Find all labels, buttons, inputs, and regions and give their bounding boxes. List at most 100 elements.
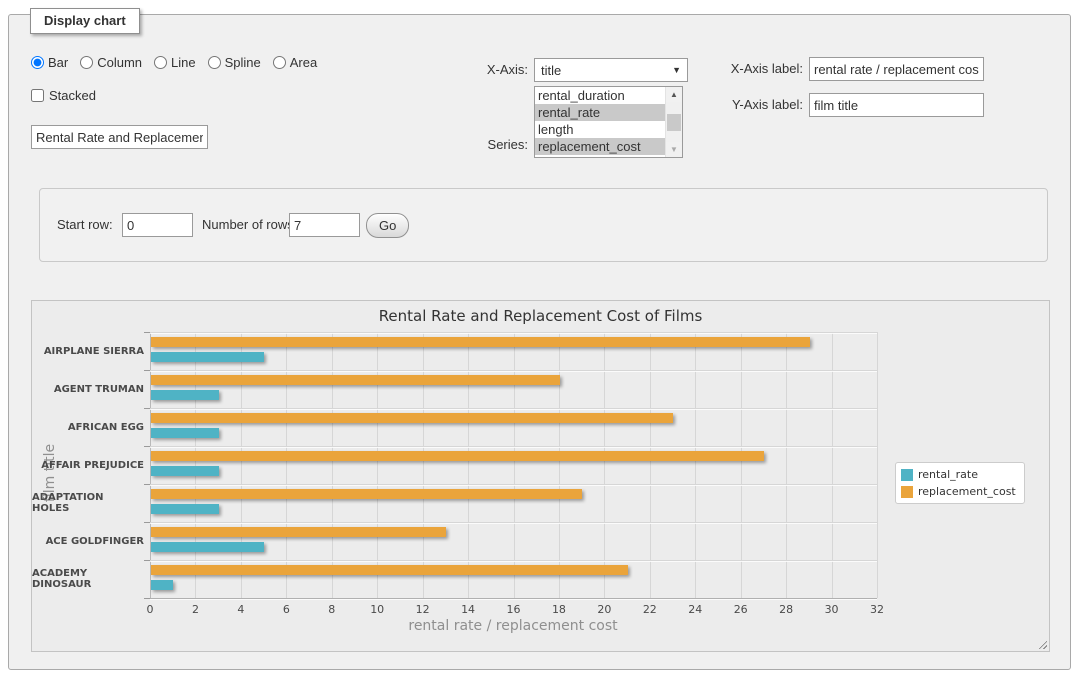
x-axis-label-input[interactable] xyxy=(809,57,984,81)
gridline-y-3 xyxy=(150,446,877,447)
gridline-y-0 xyxy=(150,332,877,333)
gridline-x-12 xyxy=(423,332,424,598)
legend-swatch-replacement_cost xyxy=(901,486,913,498)
y-tick-mark-6 xyxy=(144,560,150,561)
x-tick-label-20: 20 xyxy=(584,603,624,616)
stacked-label[interactable]: Stacked xyxy=(49,88,96,103)
listbox-scrollbar[interactable]: ▲ ▼ xyxy=(665,87,682,157)
gridline-x-20 xyxy=(604,332,605,598)
go-button[interactable]: Go xyxy=(366,213,409,238)
gridline-x-2 xyxy=(195,332,196,598)
gridline-x-0 xyxy=(150,332,151,598)
bar-replacement_cost-airplane-sierra xyxy=(151,337,810,347)
radio-spline[interactable] xyxy=(208,56,221,69)
gridline-y-1 xyxy=(150,370,877,371)
bar-replacement_cost-adaptation-holes xyxy=(151,489,582,499)
radio-line-label[interactable]: Line xyxy=(171,55,196,70)
y-tick-mark-5 xyxy=(144,522,150,523)
gridline-x-6 xyxy=(286,332,287,598)
x-tick-label-30: 30 xyxy=(812,603,852,616)
chart-legend: rental_rate replacement_cost xyxy=(895,462,1025,504)
x-axis-title: rental rate / replacement cost xyxy=(363,618,663,634)
category-label: ACE GOLDFINGER xyxy=(32,522,144,560)
x-tick-label-6: 6 xyxy=(266,603,306,616)
panel-title: Display chart xyxy=(30,8,140,34)
start-row-input[interactable] xyxy=(122,213,193,237)
gridline-x-10 xyxy=(377,332,378,598)
x-axis-select[interactable]: title ▼ xyxy=(534,58,688,82)
gridline-y-2 xyxy=(150,408,877,409)
scrollbar-thumb[interactable] xyxy=(667,114,681,131)
category-label: AFRICAN EGG xyxy=(32,408,144,446)
bar-replacement_cost-ace-goldfinger xyxy=(151,527,446,537)
x-tick-label-12: 12 xyxy=(403,603,443,616)
display-chart-panel: Display chart Bar Column Line Spline Are… xyxy=(8,14,1071,670)
num-rows-input[interactable] xyxy=(289,213,360,237)
resize-grip-icon[interactable] xyxy=(1036,638,1047,649)
gridline-x-18 xyxy=(559,332,560,598)
x-tick-label-32: 32 xyxy=(857,603,897,616)
y-tick-mark-2 xyxy=(144,408,150,409)
num-rows-label: Number of rows: xyxy=(202,212,297,238)
series-options: rental_durationrental_ratelengthreplacem… xyxy=(535,87,665,157)
stacked-checkbox[interactable] xyxy=(31,89,44,102)
radio-bar-label[interactable]: Bar xyxy=(48,55,68,70)
scroll-up-icon[interactable]: ▲ xyxy=(666,87,682,102)
series-listbox[interactable]: rental_durationrental_ratelengthreplacem… xyxy=(534,86,683,158)
radio-area[interactable] xyxy=(273,56,286,69)
bar-replacement_cost-affair-prejudice xyxy=(151,451,764,461)
x-tick-label-14: 14 xyxy=(448,603,488,616)
x-tick-label-24: 24 xyxy=(675,603,715,616)
category-label: AIRPLANE SIERRA xyxy=(32,332,144,370)
gridline-x-4 xyxy=(241,332,242,598)
y-tick-mark-0 xyxy=(144,332,150,333)
radio-area-label[interactable]: Area xyxy=(290,55,317,70)
series-option-rental_rate[interactable]: rental_rate xyxy=(535,104,665,121)
gridline-y-4 xyxy=(150,484,877,485)
gridline-x-16 xyxy=(514,332,515,598)
gridline-x-22 xyxy=(650,332,651,598)
legend-item-rental_rate[interactable]: rental_rate xyxy=(901,468,1016,481)
bar-rental_rate-adaptation-holes xyxy=(151,504,219,514)
category-label: ADAPTATION HOLES xyxy=(32,484,144,522)
gridline-y-5 xyxy=(150,522,877,523)
y-tick-mark-1 xyxy=(144,370,150,371)
scroll-down-icon[interactable]: ▼ xyxy=(666,142,682,157)
radio-line[interactable] xyxy=(154,56,167,69)
bar-rental_rate-affair-prejudice xyxy=(151,466,219,476)
x-tick-label-16: 16 xyxy=(494,603,534,616)
gridline-y-6 xyxy=(150,560,877,561)
bar-replacement_cost-agent-truman xyxy=(151,375,560,385)
legend-item-replacement_cost[interactable]: replacement_cost xyxy=(901,485,1016,498)
x-tick-label-10: 10 xyxy=(357,603,397,616)
bar-replacement_cost-academy-dinosaur xyxy=(151,565,628,575)
gridline-x-26 xyxy=(741,332,742,598)
bar-rental_rate-agent-truman xyxy=(151,390,219,400)
radio-bar[interactable] xyxy=(31,56,44,69)
stacked-row: Stacked xyxy=(31,88,96,103)
legend-label-rental_rate: rental_rate xyxy=(918,468,978,481)
bar-replacement_cost-african-egg xyxy=(151,413,673,423)
legend-label-replacement_cost: replacement_cost xyxy=(918,485,1016,498)
x-axis-select-label: X-Axis: xyxy=(428,58,528,82)
gridline-x-8 xyxy=(332,332,333,598)
x-axis-label-field-label: X-Axis label: xyxy=(703,57,803,81)
series-option-rental_duration[interactable]: rental_duration xyxy=(535,87,665,104)
chart-container: Rental Rate and Replacement Cost of Film… xyxy=(31,300,1050,652)
gridline-y-7 xyxy=(150,598,877,599)
radio-column[interactable] xyxy=(80,56,93,69)
y-axis-label-input[interactable] xyxy=(809,93,984,117)
page: Display chart Bar Column Line Spline Are… xyxy=(0,0,1081,681)
radio-column-label[interactable]: Column xyxy=(97,55,142,70)
gridline-x-14 xyxy=(468,332,469,598)
series-option-length[interactable]: length xyxy=(535,121,665,138)
series-option-replacement_cost[interactable]: replacement_cost xyxy=(535,138,665,155)
radio-spline-label[interactable]: Spline xyxy=(225,55,261,70)
chart-type-radio-group: Bar Column Line Spline Area xyxy=(31,55,325,70)
chart-title-input[interactable] xyxy=(31,125,208,149)
gridline-x-32 xyxy=(877,332,878,598)
plot-area xyxy=(150,332,877,598)
bar-rental_rate-ace-goldfinger xyxy=(151,542,264,552)
x-tick-label-4: 4 xyxy=(221,603,261,616)
query-panel: Start row: Number of rows: Go xyxy=(39,188,1048,262)
